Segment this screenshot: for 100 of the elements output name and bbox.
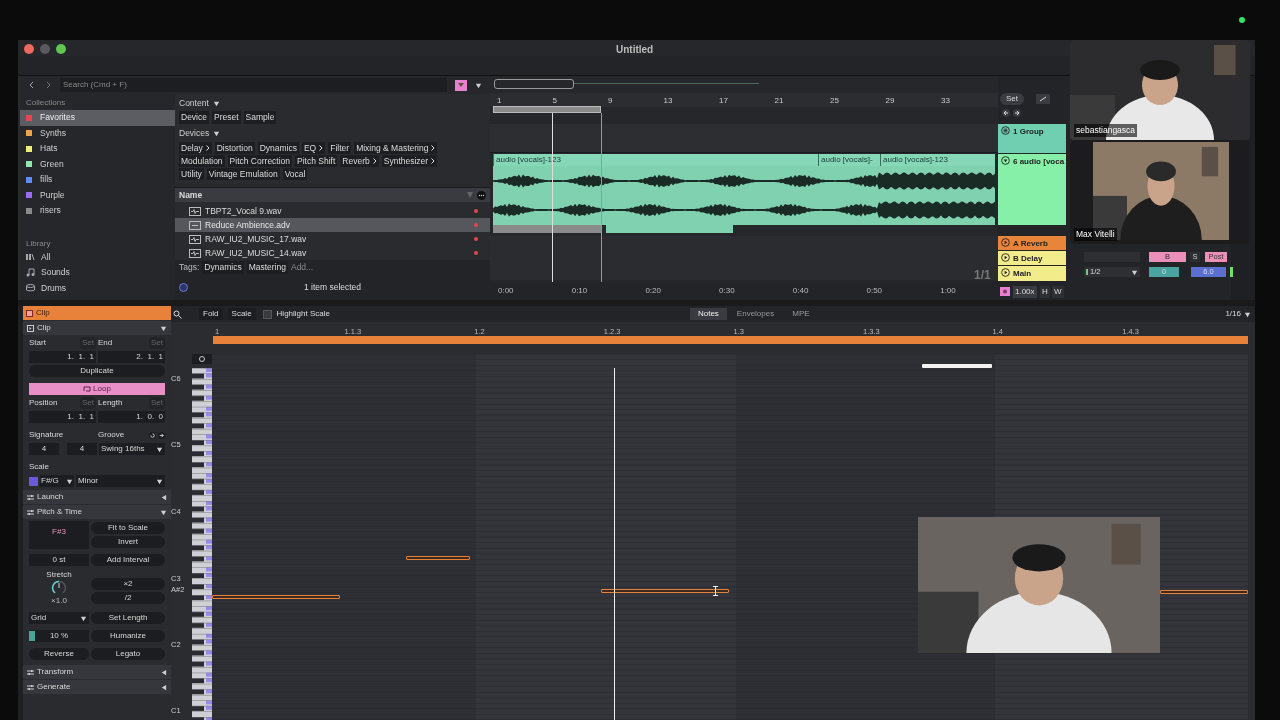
collapse-icon[interactable] [160, 508, 167, 516]
tempo-ratio-field[interactable]: 1.00x [1013, 286, 1037, 298]
back-icon[interactable] [28, 81, 36, 89]
reverse-button[interactable]: Reverse [29, 648, 89, 660]
filter-tag[interactable]: Pitch Correction [227, 155, 293, 167]
filter-tag[interactable]: Preset [212, 111, 241, 124]
more-icon[interactable] [477, 190, 486, 200]
dropdown-icon[interactable] [1244, 310, 1251, 318]
dropdown-icon[interactable] [213, 130, 221, 137]
track-toggle-icon[interactable] [1001, 126, 1010, 135]
tag[interactable]: Dynamics [202, 261, 244, 274]
dropdown-icon[interactable] [1131, 268, 1138, 276]
checkbox[interactable] [262, 309, 272, 319]
stretch-button[interactable]: /2 [91, 592, 165, 604]
track-header[interactable]: A Reverb [998, 236, 1066, 250]
audio-clip[interactable]: audio [vocals]-123 [880, 154, 995, 166]
track-toggle-icon[interactable] [1001, 156, 1010, 165]
audio-clip[interactable]: audio [vocals]- [818, 154, 880, 166]
note[interactable] [212, 595, 340, 599]
section-header[interactable]: Launch [23, 490, 171, 504]
filter-tag[interactable]: Reverb [340, 155, 379, 167]
mode-dropdown[interactable]: Minor [76, 475, 165, 487]
tab[interactable]: Notes [689, 308, 727, 320]
tag-input-field[interactable]: Add... [290, 261, 331, 274]
scale-button[interactable]: Scale [227, 308, 256, 320]
value-field[interactable]: 1. 1. 1 [29, 351, 96, 363]
collection-item[interactable]: fills [20, 172, 175, 188]
root-dropdown[interactable]: F#/G [40, 475, 74, 487]
section-header[interactable]: Generate [23, 680, 171, 694]
w-button[interactable]: W [1052, 286, 1064, 298]
collapse-icon[interactable] [160, 668, 167, 676]
clip[interactable] [606, 225, 733, 233]
filter-tag[interactable]: Utility [179, 168, 204, 180]
filter-tag[interactable]: Mixing & Mastering [354, 142, 438, 154]
close-button[interactable] [24, 44, 34, 54]
dropdown-icon[interactable] [156, 477, 163, 485]
dropdown-icon[interactable] [66, 477, 73, 485]
groove-dropdown[interactable]: Swing 16ths [99, 443, 165, 455]
stretch-button[interactable]: ×2 [91, 578, 165, 590]
filter-icon[interactable] [455, 79, 467, 91]
note[interactable] [601, 589, 729, 593]
collection-item[interactable]: Favorites [20, 110, 175, 126]
pitch-button[interactable]: Fit to Scale [91, 522, 165, 534]
collapse-icon[interactable] [160, 683, 167, 691]
arrow-right-icon[interactable] [158, 431, 165, 439]
zoom-button[interactable] [56, 44, 66, 54]
section-header[interactable]: Pitch & Time [23, 505, 171, 519]
arrow-right-icon[interactable] [1013, 109, 1021, 117]
overview-viewport[interactable] [494, 79, 574, 89]
arrow-left-icon[interactable] [1002, 109, 1010, 117]
note[interactable] [406, 556, 470, 560]
track-header[interactable]: B Delay [998, 251, 1066, 265]
dropdown-icon[interactable] [475, 81, 482, 89]
set-button[interactable]: Set [1000, 93, 1024, 105]
library-item[interactable]: Drums [20, 280, 175, 296]
stretch-knob[interactable] [51, 580, 67, 596]
collection-item[interactable]: Green [20, 156, 175, 172]
filter-tag[interactable]: Pitch Shift [295, 155, 338, 167]
tag[interactable]: Mastering [246, 261, 288, 274]
track-header[interactable]: Main [998, 266, 1066, 281]
piano-keyboard-drawing[interactable] [192, 368, 212, 720]
humanize-amount-field[interactable]: 10 % [29, 630, 89, 642]
transpose-field[interactable]: 0 st [29, 554, 89, 566]
collection-item[interactable]: risers [20, 203, 175, 219]
pitch-button[interactable]: Invert [91, 536, 165, 548]
value-field[interactable]: 1. 1. 1 [29, 411, 96, 423]
legato-button[interactable]: Legato [91, 648, 165, 660]
track-toggle-icon[interactable] [1001, 268, 1010, 277]
humanize-button[interactable]: Humanize [91, 630, 165, 642]
refresh-icon[interactable] [149, 431, 156, 439]
file-row[interactable]: Reduce Ambience.adv [175, 218, 490, 232]
dropdown-icon[interactable] [80, 614, 87, 622]
dropdown-icon[interactable] [212, 100, 220, 107]
library-item[interactable]: All [20, 249, 175, 265]
filter-tag[interactable]: Device [179, 111, 209, 124]
refresh-icon[interactable] [192, 354, 212, 364]
file-row[interactable]: RAW_IU2_MUSIC_17.wav [175, 232, 490, 246]
collapse-icon[interactable] [160, 493, 167, 501]
grid-dropdown[interactable]: Grid [29, 612, 89, 624]
file-row[interactable]: TBPT2_Vocal 9.wav [175, 204, 490, 218]
search-icon[interactable] [173, 309, 182, 319]
add-interval-button[interactable]: Add Interval [91, 554, 165, 566]
filter-tag[interactable]: Vocal [282, 168, 308, 180]
info-icon[interactable] [179, 283, 188, 292]
set-length-button[interactable]: Set Length [91, 612, 165, 624]
filter-tag[interactable]: Vintage Emulation [206, 168, 280, 180]
tab[interactable]: Envelopes [728, 308, 783, 320]
scale-toggle[interactable] [29, 476, 38, 486]
forward-icon[interactable] [44, 81, 52, 89]
filter-tag[interactable]: Filter [328, 142, 352, 154]
value-field[interactable]: 1. 0. 0 [98, 411, 165, 423]
filter-tag[interactable]: Modulation [179, 155, 225, 167]
filter-tag[interactable]: Dynamics [257, 142, 299, 154]
numerator-field[interactable]: 4 [29, 443, 59, 455]
filter-tag[interactable]: Distortion [214, 142, 255, 154]
track-toggle-icon[interactable] [1001, 238, 1010, 247]
clip[interactable] [493, 225, 601, 233]
note[interactable] [1160, 590, 1248, 594]
file-row[interactable]: RAW_IU2_MUSIC_14.wav [175, 246, 490, 260]
tab[interactable]: MPE [784, 308, 818, 320]
